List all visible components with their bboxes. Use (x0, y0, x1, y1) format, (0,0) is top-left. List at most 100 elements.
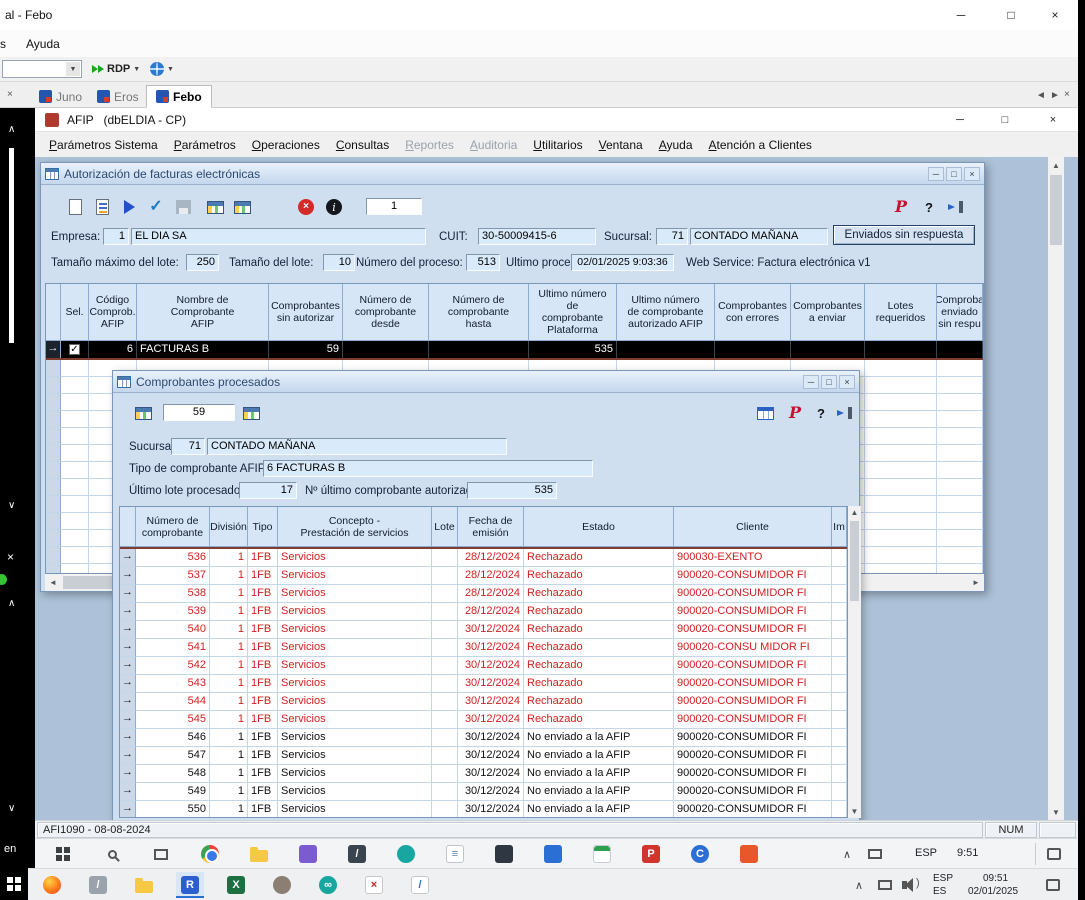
cell-division[interactable]: 1 (210, 639, 248, 657)
cell-cliente[interactable]: 900020-CONSUMIDOR FI (674, 711, 832, 729)
cell-estado[interactable]: No enviado a la AFIP (524, 729, 674, 747)
cell-estado[interactable]: Rechazado (524, 585, 674, 603)
cell-tipo[interactable]: 1FB (248, 729, 278, 747)
cell-lote[interactable] (432, 567, 458, 585)
strip-chevron-down-icon[interactable]: ∨ (8, 500, 15, 511)
cell-numero[interactable]: 538 (136, 585, 210, 603)
cell-tipo[interactable]: 1FB (248, 765, 278, 783)
cell-concepto[interactable]: Servicios (278, 765, 432, 783)
cell-tipo[interactable]: 1FB (248, 657, 278, 675)
cell-cliente[interactable]: 900020-CONSUMIDOR FI (674, 567, 832, 585)
scroll-down-icon[interactable]: ▼ (848, 805, 861, 818)
strip-scrollbar[interactable] (9, 148, 14, 343)
menu-consultas[interactable]: Consultas (328, 138, 397, 152)
cell-concepto[interactable]: Servicios (278, 801, 432, 818)
host-language-indicator[interactable]: en (4, 843, 16, 855)
cell-division[interactable]: 1 (210, 603, 248, 621)
menu-operaciones[interactable]: Operaciones (244, 138, 328, 152)
cell-lote[interactable] (432, 711, 458, 729)
info-button[interactable]: i (322, 195, 346, 219)
cell-cliente[interactable]: 900020-CONSUMIDOR FI (674, 729, 832, 747)
auth-close-button[interactable]: × (964, 167, 980, 181)
cell-estado[interactable]: Rechazado (524, 657, 674, 675)
cell-division[interactable]: 1 (210, 549, 248, 567)
rdp-launch-button[interactable]: RDP ▼ (92, 63, 140, 75)
cell-estado[interactable]: No enviado a la AFIP (524, 765, 674, 783)
cell-estado[interactable]: Rechazado (524, 567, 674, 585)
cell-desde[interactable] (343, 341, 429, 358)
chevron-down-icon[interactable]: ▼ (66, 62, 80, 76)
cell-division[interactable]: 1 (210, 783, 248, 801)
sel-checkbox-cell[interactable]: ✓ (61, 341, 89, 358)
column-header-lote[interactable]: Lote (432, 507, 458, 547)
cell-codigo[interactable]: 6 (89, 341, 137, 358)
cell-division[interactable]: 1 (210, 729, 248, 747)
empresa-code-field[interactable]: 1 (103, 228, 129, 245)
cell-concepto[interactable]: Servicios (278, 621, 432, 639)
column-header-ultimo-numero[interactable]: Ultimo número de comprobante autorizado … (617, 284, 715, 341)
strip-chevron-up-icon[interactable]: ∧ (8, 598, 15, 609)
app-teal-icon[interactable] (392, 841, 420, 867)
cell-cliente[interactable]: 900020-CONSU MIDOR FI (674, 639, 832, 657)
cell-enviados[interactable] (937, 341, 983, 358)
tab-febo[interactable]: Febo (146, 85, 212, 108)
cell-numero[interactable]: 549 (136, 783, 210, 801)
num-proceso-field[interactable]: 513 (466, 254, 500, 271)
cell-lote[interactable] (432, 693, 458, 711)
app-pen-blue-icon[interactable]: / (406, 872, 434, 898)
cell-fecha[interactable]: 28/12/2024 (458, 585, 524, 603)
cell-numero[interactable]: 550 (136, 801, 210, 818)
host-close-button[interactable]: × (1032, 0, 1078, 30)
cell-fecha[interactable]: 28/12/2024 (458, 603, 524, 621)
cell-tipo[interactable]: 1FB (248, 621, 278, 639)
cell-fecha[interactable]: 30/12/2024 (458, 747, 524, 765)
table-row[interactable]: →54011FBServicios30/12/2024Rechazado9000… (120, 621, 847, 639)
notification-center-icon[interactable] (1046, 879, 1060, 891)
cell-numero[interactable]: 545 (136, 711, 210, 729)
cell-estado[interactable]: Rechazado (524, 693, 674, 711)
sucursal-name-field[interactable]: CONTADO MAÑANA (690, 228, 828, 245)
cell-division[interactable]: 1 (210, 657, 248, 675)
app-infinity-icon[interactable]: ∞ (314, 872, 342, 898)
menu-ayuda[interactable]: Ayuda (651, 138, 701, 152)
cell-cliente[interactable]: 900030-EXENTO (674, 549, 832, 567)
cell-lote[interactable] (432, 729, 458, 747)
search-icon[interactable] (98, 841, 126, 867)
app-purple-icon[interactable] (294, 841, 322, 867)
remote-clock[interactable]: 9:51 (957, 847, 978, 859)
exit-button[interactable] (832, 401, 856, 425)
cell-tipo[interactable]: 1FB (248, 603, 278, 621)
auth-minimize-button[interactable]: ─ (928, 167, 944, 181)
table-row[interactable]: →53711FBServicios28/12/2024Rechazado9000… (120, 567, 847, 585)
cell-division[interactable]: 1 (210, 567, 248, 585)
batch-grid-button[interactable] (203, 195, 227, 219)
cell-estado[interactable]: Rechazado (524, 675, 674, 693)
run-process-button[interactable] (117, 195, 141, 219)
cell-tipo[interactable]: 1FB (248, 693, 278, 711)
rdp-app-icon[interactable]: R (176, 872, 204, 898)
column-header-comprobantes[interactable]: Comprobantes a enviar (791, 284, 865, 341)
process-counter-field[interactable]: 1 (366, 198, 422, 215)
cell-lote[interactable] (432, 783, 458, 801)
table-row[interactable]: →53811FBServicios28/12/2024Rechazado9000… (120, 585, 847, 603)
cell-lote[interactable] (432, 747, 458, 765)
validate-button[interactable]: ✓ (144, 195, 168, 219)
remote-language-indicator[interactable]: ESP (915, 847, 937, 859)
tab-eros[interactable]: Eros (88, 85, 148, 108)
cell-numero[interactable]: 542 (136, 657, 210, 675)
auth-selected-row[interactable]: →✓6FACTURAS B59535 (46, 341, 983, 360)
help-button[interactable]: ? (809, 401, 833, 425)
app-dark-icon[interactable] (490, 841, 518, 867)
afip-minimize-button[interactable]: ─ (940, 108, 980, 132)
column-header-ultimo-numero[interactable]: Ultimo número de comprobante Plataforma (529, 284, 617, 341)
cell-tipo[interactable]: 1FB (248, 747, 278, 765)
table-row[interactable]: →54111FBServicios30/12/2024Rechazado9000… (120, 639, 847, 657)
cell-concepto[interactable]: Servicios (278, 549, 432, 567)
cell-cliente[interactable]: 900020-CONSUMIDOR FI (674, 657, 832, 675)
cell-concepto[interactable]: Servicios (278, 585, 432, 603)
properties-button[interactable] (90, 195, 114, 219)
cell-fecha[interactable]: 30/12/2024 (458, 801, 524, 818)
host-maximize-button[interactable]: □ (988, 0, 1034, 30)
scroll-left-icon[interactable]: ◄ (45, 574, 61, 591)
cell-numero[interactable]: 536 (136, 549, 210, 567)
